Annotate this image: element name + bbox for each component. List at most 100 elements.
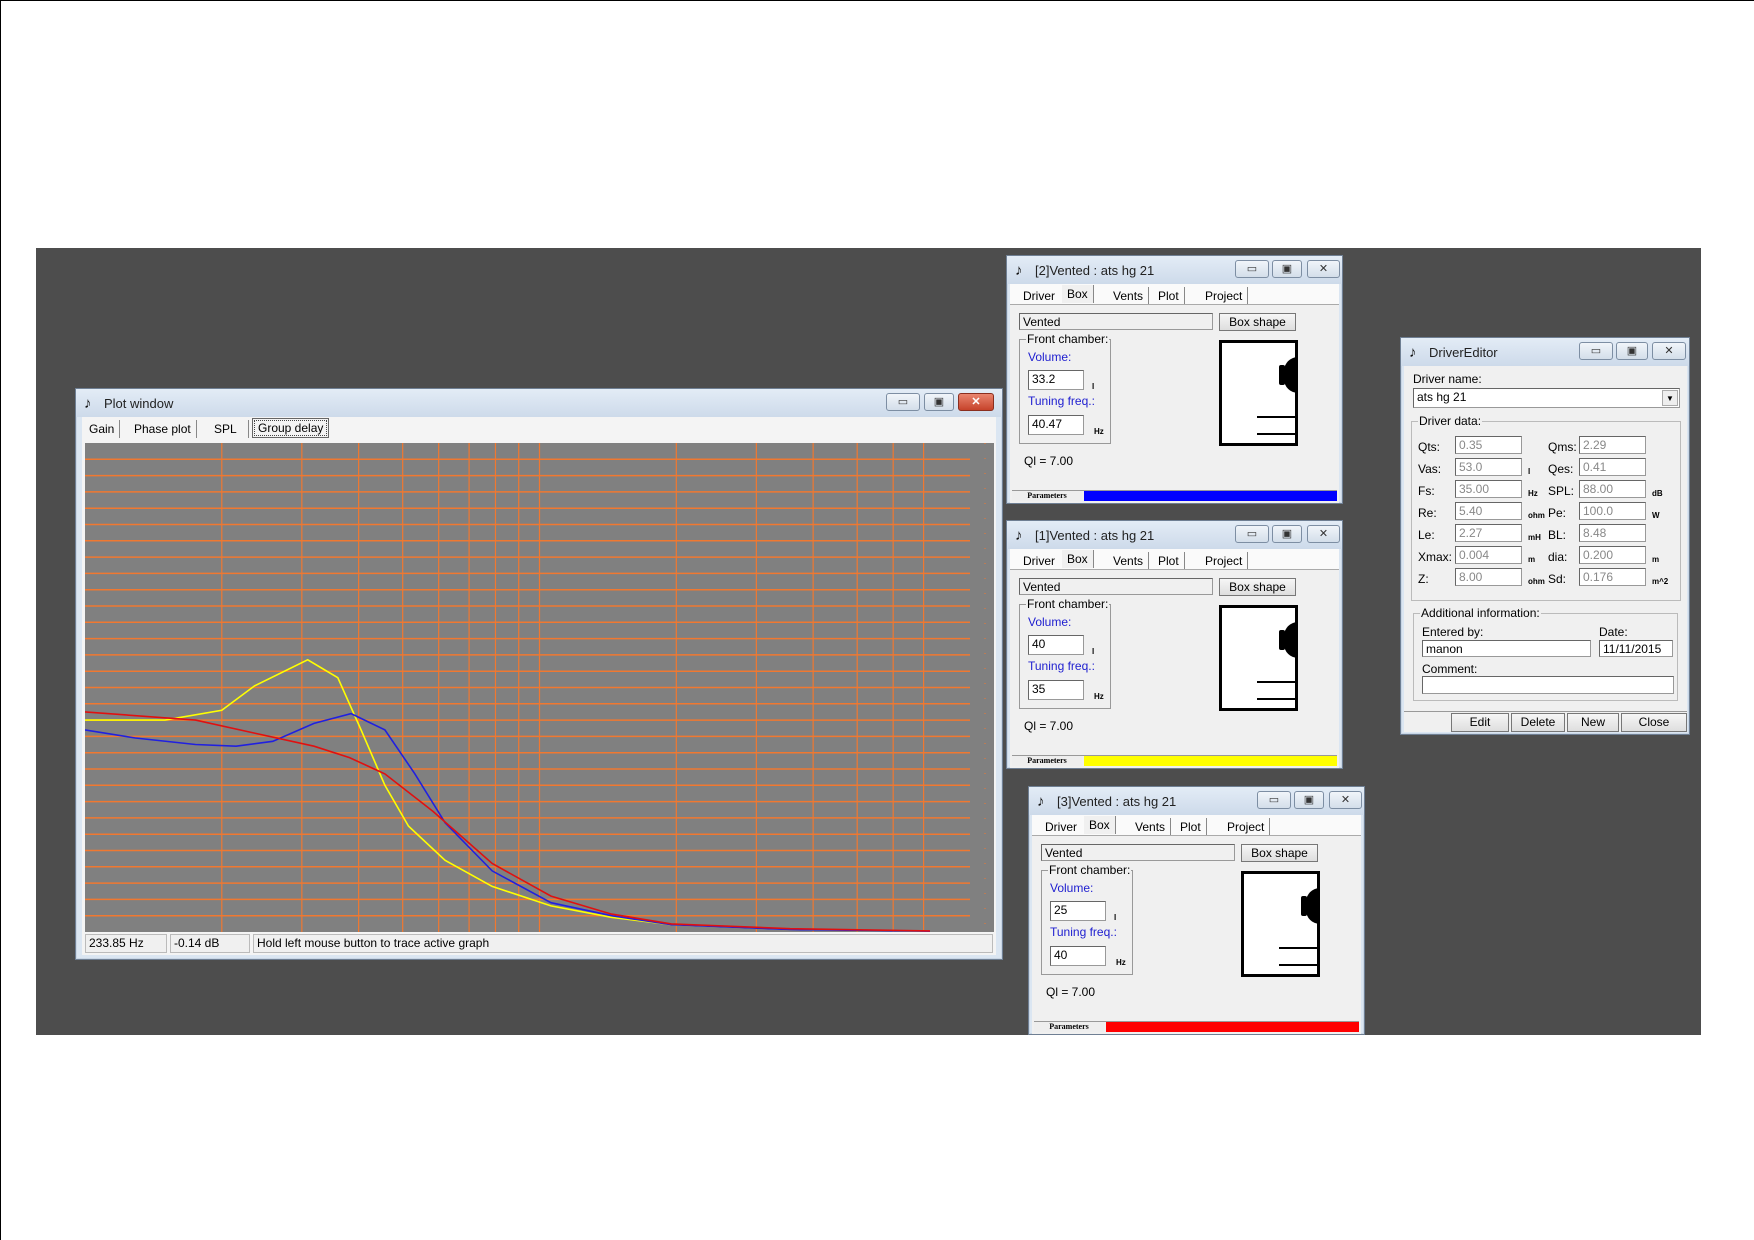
- tab-vents[interactable]: Vents: [1130, 818, 1172, 836]
- vent-line: [1279, 947, 1317, 949]
- tab-label: Box: [1089, 818, 1110, 832]
- param-unit: l: [1528, 467, 1531, 476]
- vented-window-titlebar[interactable]: ♪ [2]Vented : ats hg 21 ▭ ▣ ✕: [1007, 256, 1342, 284]
- parameters-label[interactable]: Parameters: [1012, 756, 1082, 766]
- param-input[interactable]: 0.200: [1579, 546, 1646, 564]
- edit-button[interactable]: Edit: [1451, 713, 1509, 732]
- chevron-down-icon[interactable]: ▼: [1662, 390, 1678, 406]
- minimize-button[interactable]: ▭: [1235, 260, 1269, 278]
- date-input[interactable]: 11/11/2015: [1599, 640, 1673, 657]
- group-delay-plot[interactable]: [85, 443, 994, 932]
- tab-group-delay[interactable]: Group delay: [252, 418, 330, 438]
- tuning-freq-input[interactable]: 40: [1050, 946, 1106, 966]
- window-title: [1]Vented : ats hg 21: [1035, 528, 1155, 543]
- maximize-button[interactable]: ▣: [1272, 260, 1302, 278]
- param-label: Pe:: [1548, 506, 1567, 520]
- param-input[interactable]: 0.004: [1455, 546, 1522, 564]
- tab-spl[interactable]: SPL: [209, 420, 249, 438]
- tab-plot[interactable]: Plot: [1175, 818, 1207, 836]
- tab-vents[interactable]: Vents: [1108, 287, 1150, 305]
- plot-window-titlebar[interactable]: ♪ Plot window ▭ ▣ ✕: [76, 389, 1002, 417]
- param-input[interactable]: 0.35: [1455, 436, 1522, 454]
- box-shape-button[interactable]: Box shape: [1241, 844, 1318, 862]
- tab-box[interactable]: Box: [1062, 550, 1094, 568]
- tab-vents[interactable]: Vents: [1108, 552, 1150, 570]
- maximize-button[interactable]: ▣: [1294, 791, 1324, 809]
- box-shape-diagram: [1219, 605, 1298, 711]
- box-shape-diagram: [1241, 871, 1320, 977]
- vented-window-titlebar[interactable]: ♪ [3]Vented : ats hg 21 ▭ ▣ ✕: [1029, 787, 1364, 815]
- close-dialog-button[interactable]: Close: [1621, 713, 1687, 732]
- tab-box[interactable]: Box: [1062, 285, 1094, 303]
- tab-project[interactable]: Project: [1222, 818, 1271, 836]
- tab-box[interactable]: Box: [1084, 816, 1116, 834]
- param-input[interactable]: 2.29: [1579, 436, 1646, 454]
- tab-driver[interactable]: Driver: [1040, 818, 1082, 836]
- comment-input[interactable]: [1422, 676, 1674, 694]
- param-input[interactable]: 0.41: [1579, 458, 1646, 476]
- param-label: BL:: [1548, 528, 1567, 542]
- ql-value: Ql = 7.00: [1024, 454, 1074, 468]
- param-input[interactable]: 88.00: [1579, 480, 1646, 498]
- box-shape-button[interactable]: Box shape: [1219, 313, 1296, 331]
- tab-project[interactable]: Project: [1200, 287, 1249, 305]
- param-label: Re:: [1418, 506, 1437, 520]
- close-button[interactable]: ✕: [1652, 342, 1686, 360]
- tab-plot[interactable]: Plot: [1153, 287, 1185, 305]
- tab-driver[interactable]: Driver: [1018, 552, 1060, 570]
- driver-name-select[interactable]: ats hg 21 ▼: [1413, 388, 1680, 408]
- series-color-bar: [1084, 491, 1337, 501]
- status-frequency: 233.85 Hz: [85, 934, 167, 953]
- volume-input[interactable]: 25: [1050, 901, 1106, 921]
- box-shape-button[interactable]: Box shape: [1219, 578, 1296, 596]
- param-input[interactable]: 5.40: [1455, 502, 1522, 520]
- tuning-freq-input[interactable]: 35: [1028, 680, 1084, 700]
- maximize-button[interactable]: ▣: [924, 393, 954, 411]
- maximize-button[interactable]: ▣: [1272, 525, 1302, 543]
- minimize-button[interactable]: ▭: [1257, 791, 1291, 809]
- close-button[interactable]: ✕: [1307, 260, 1340, 278]
- close-button[interactable]: ✕: [1329, 791, 1362, 809]
- param-input[interactable]: 8.00: [1455, 568, 1522, 586]
- driver-editor-titlebar[interactable]: ♪ DriverEditor ▭ ▣ ✕: [1401, 338, 1689, 366]
- volume-input[interactable]: 33.2: [1028, 370, 1084, 390]
- app-icon: ♪: [1015, 262, 1023, 279]
- tab-project[interactable]: Project: [1200, 552, 1249, 570]
- vented-window-body: Driver Box Vents Plot Project Vented Box sha…: [1032, 815, 1361, 1034]
- vented-box-window: ♪ [2]Vented : ats hg 21 ▭ ▣ ✕ Driver Box V…: [1006, 255, 1343, 504]
- delete-button[interactable]: Delete: [1511, 713, 1565, 732]
- maximize-button[interactable]: ▣: [1616, 342, 1648, 360]
- tab-phase-plot[interactable]: Phase plot: [129, 420, 197, 438]
- window-title: [2]Vented : ats hg 21: [1035, 263, 1155, 278]
- param-input[interactable]: 2.27: [1455, 524, 1522, 542]
- tuning-freq-input[interactable]: 40.47: [1028, 415, 1084, 435]
- param-input[interactable]: 0.176: [1579, 568, 1646, 586]
- tab-plot[interactable]: Plot: [1153, 552, 1185, 570]
- minimize-button[interactable]: ▭: [1235, 525, 1269, 543]
- series-color-bar: [1084, 756, 1337, 766]
- tab-gain[interactable]: Gain: [84, 420, 121, 438]
- minimize-button[interactable]: ▭: [1579, 342, 1613, 360]
- param-input[interactable]: 100.0: [1579, 502, 1646, 520]
- param-input[interactable]: 53.0: [1455, 458, 1522, 476]
- param-label: Qts:: [1418, 440, 1441, 454]
- vented-window-titlebar[interactable]: ♪ [1]Vented : ats hg 21 ▭ ▣ ✕: [1007, 521, 1342, 549]
- parameters-label[interactable]: Parameters: [1034, 1022, 1104, 1032]
- parameters-label[interactable]: Parameters: [1012, 491, 1082, 501]
- parameters-bar: Parameters: [1012, 490, 1337, 501]
- param-unit: mH: [1528, 533, 1541, 542]
- param-input[interactable]: 35.00: [1455, 480, 1522, 498]
- plot-window-body: Gain Phase plot SPL Group delay 233.85 H…: [82, 417, 996, 955]
- tab-driver[interactable]: Driver: [1018, 287, 1060, 305]
- new-button[interactable]: New: [1567, 713, 1619, 732]
- volume-label: Volume:: [1028, 350, 1072, 364]
- close-button[interactable]: ✕: [958, 393, 994, 411]
- vent-line: [1257, 416, 1295, 418]
- param-input[interactable]: 8.48: [1579, 524, 1646, 542]
- entered-by-input[interactable]: manon: [1422, 640, 1591, 657]
- close-button[interactable]: ✕: [1307, 525, 1340, 543]
- volume-input[interactable]: 40: [1028, 635, 1084, 655]
- volume-unit: l: [1114, 913, 1117, 922]
- minimize-button[interactable]: ▭: [886, 393, 920, 411]
- param-label: Z:: [1418, 572, 1429, 586]
